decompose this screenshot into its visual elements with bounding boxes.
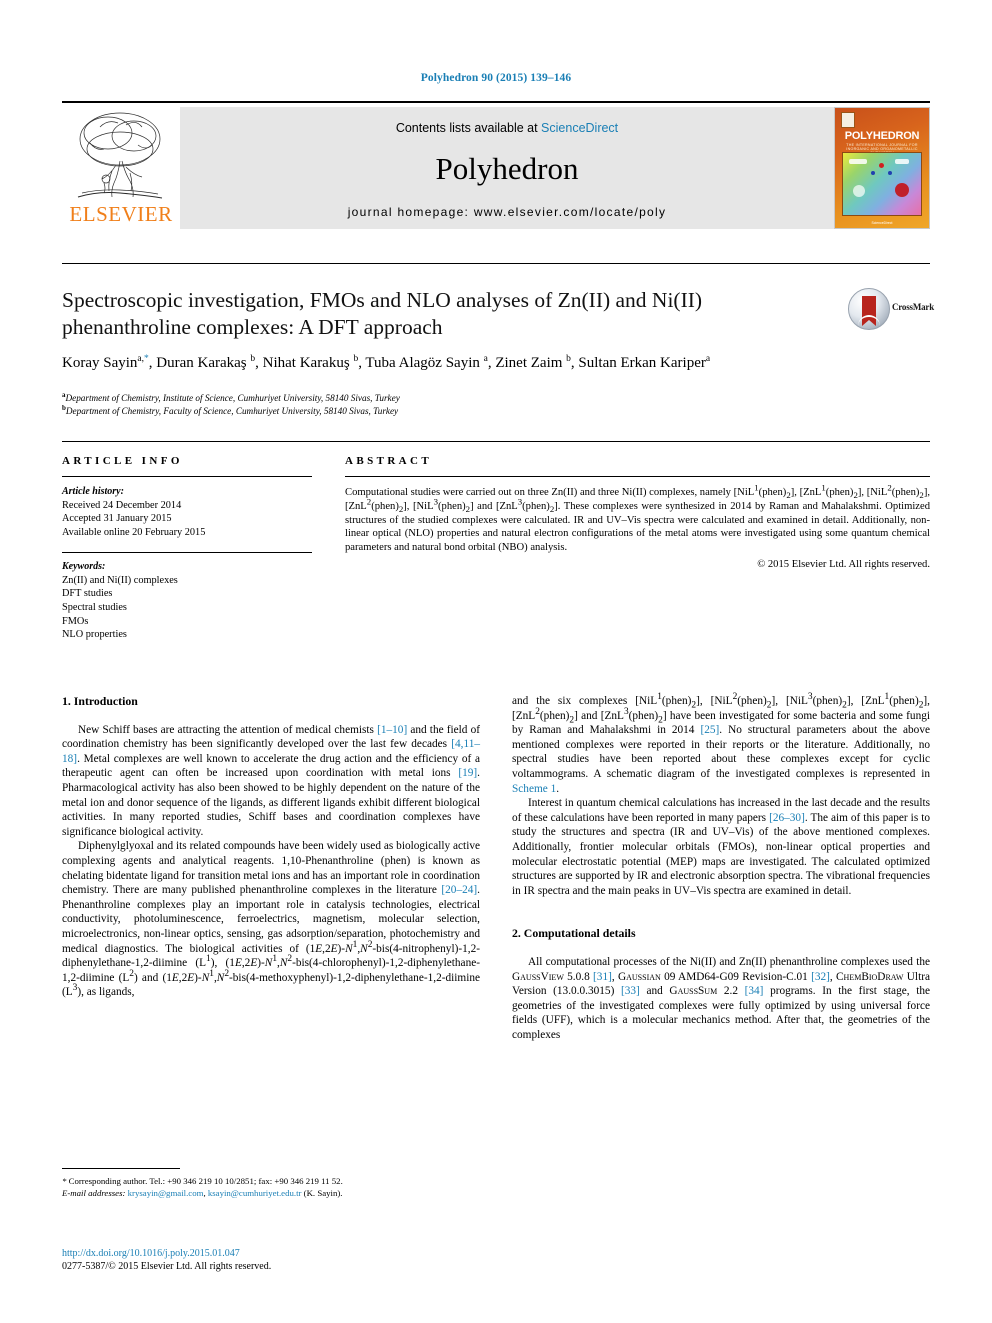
issn-copyright: 0277-5387/© 2015 Elsevier Ltd. All right… [62, 1261, 272, 1272]
info-band-divider [62, 441, 930, 442]
paragraph: New Schiff bases are attracting the atte… [62, 723, 481, 838]
keywords-group: Keywords: Zn(II) and Ni(II) complexes DF… [62, 552, 312, 641]
cover-footer: ScienceDirect [871, 221, 893, 225]
section-heading-computational-details: 2. Computational details [512, 926, 636, 941]
elsevier-tree-icon [77, 112, 163, 199]
doi-link[interactable]: http://dx.doi.org/10.1016/j.poly.2015.01… [62, 1247, 492, 1260]
keyword-item: DFT studies [62, 588, 113, 600]
history-available-online: Available online 20 February 2015 [62, 526, 206, 538]
running-head: Polyhedron 90 (2015) 139–146 [420, 72, 572, 84]
affiliation-item: aDepartment of Chemistry, Institute of S… [62, 391, 662, 405]
abstract-rule [345, 476, 930, 477]
abstract-heading: ABSTRACT [345, 455, 433, 467]
contents-list-line: Contents lists available at ScienceDirec… [180, 121, 834, 135]
author-list: Koray Sayina,*, Duran Karakaş b, Nihat K… [62, 354, 711, 371]
paragraph: Interest in quantum chemical calculation… [512, 797, 930, 897]
abstract-copyright: © 2015 Elsevier Ltd. All rights reserved… [757, 558, 930, 570]
masthead-center: Contents lists available at ScienceDirec… [180, 107, 834, 229]
article-history-title: Article history: [62, 486, 124, 497]
article-info-block: ARTICLE INFO Article history: Received 2… [62, 455, 312, 642]
affiliation-item: bDepartment of Chemistry, Faculty of Sci… [62, 404, 662, 418]
paragraph: All computational processes of the Ni(II… [512, 955, 930, 1041]
crossmark-label: CrossMark [892, 302, 935, 312]
paragraph: Diphenylglyoxal and its related compound… [62, 840, 480, 999]
section-heading-introduction: 1. Introduction [62, 694, 138, 708]
crossmark-badge[interactable]: CrossMark [848, 288, 935, 334]
keyword-item: NLO properties [62, 629, 127, 641]
affiliation-text: Department of Chemistry, Faculty of Scie… [65, 405, 399, 416]
keywords-title: Keywords: [62, 561, 106, 573]
contents-prefix: Contents lists available at [395, 121, 542, 135]
title-divider [62, 263, 930, 264]
journal-masthead: ELSEVIER Contents lists available at Sci… [62, 101, 930, 229]
keyword-item: Spectral studies [62, 601, 127, 613]
history-accepted: Accepted 31 January 2015 [62, 513, 172, 525]
cover-artwork [842, 152, 922, 216]
elsevier-wordmark: ELSEVIER [69, 202, 173, 226]
footnote-emails: E-mail addresses: krysayin@gmail.com, ks… [62, 1188, 343, 1198]
abstract-text: Computational studies were carried out o… [345, 482, 931, 554]
affiliation-list: aDepartment of Chemistry, Institute of S… [62, 391, 662, 418]
page-title: Spectroscopic investigation, FMOs and NL… [62, 288, 703, 339]
paper-page: Polyhedron 90 (2015) 139–146 ELSEVIER Co… [0, 0, 992, 1323]
footnote-divider [62, 1168, 180, 1169]
cover-elsevier-mark [841, 112, 855, 128]
cover-title: POLYHEDRON [844, 130, 920, 142]
sciencedirect-link[interactable]: ScienceDirect [541, 121, 618, 135]
history-received: Received 24 December 2014 [62, 499, 182, 511]
page-footer: http://dx.doi.org/10.1016/j.poly.2015.01… [62, 1247, 492, 1273]
crossmark-circle-icon [848, 288, 890, 330]
crossmark-arc-icon [858, 315, 880, 327]
article-info-rule [62, 476, 312, 477]
elsevier-logo: ELSEVIER [62, 107, 180, 229]
keyword-item: Zn(II) and Ni(II) complexes [62, 574, 178, 586]
affiliation-text: Department of Chemistry, Institute of Sc… [65, 393, 400, 403]
corresponding-author-footnote: * Corresponding author. Tel.: +90 346 21… [62, 1168, 480, 1199]
footnote-corresponding: * Corresponding author. Tel.: +90 346 21… [62, 1176, 343, 1186]
journal-homepage-url[interactable]: journal homepage: www.elsevier.com/locat… [180, 205, 834, 219]
body-column-left: 1. Introduction New Schiff bases are att… [62, 694, 480, 1000]
abstract-block: ABSTRACT Computational studies were carr… [345, 455, 930, 570]
journal-cover-thumbnail: POLYHEDRON THE INTERNATIONAL JOURNAL FOR… [834, 107, 930, 229]
keyword-item: FMOs [62, 615, 89, 627]
article-history-group: Article history: Received 24 December 20… [62, 485, 312, 539]
journal-title: Polyhedron [435, 151, 579, 186]
paragraph: and the six complexes [NiL1(phen)2], [Ni… [512, 692, 931, 795]
article-info-heading: ARTICLE INFO [62, 455, 183, 467]
body-column-right: and the six complexes [NiL1(phen)2], [Ni… [512, 692, 931, 1042]
